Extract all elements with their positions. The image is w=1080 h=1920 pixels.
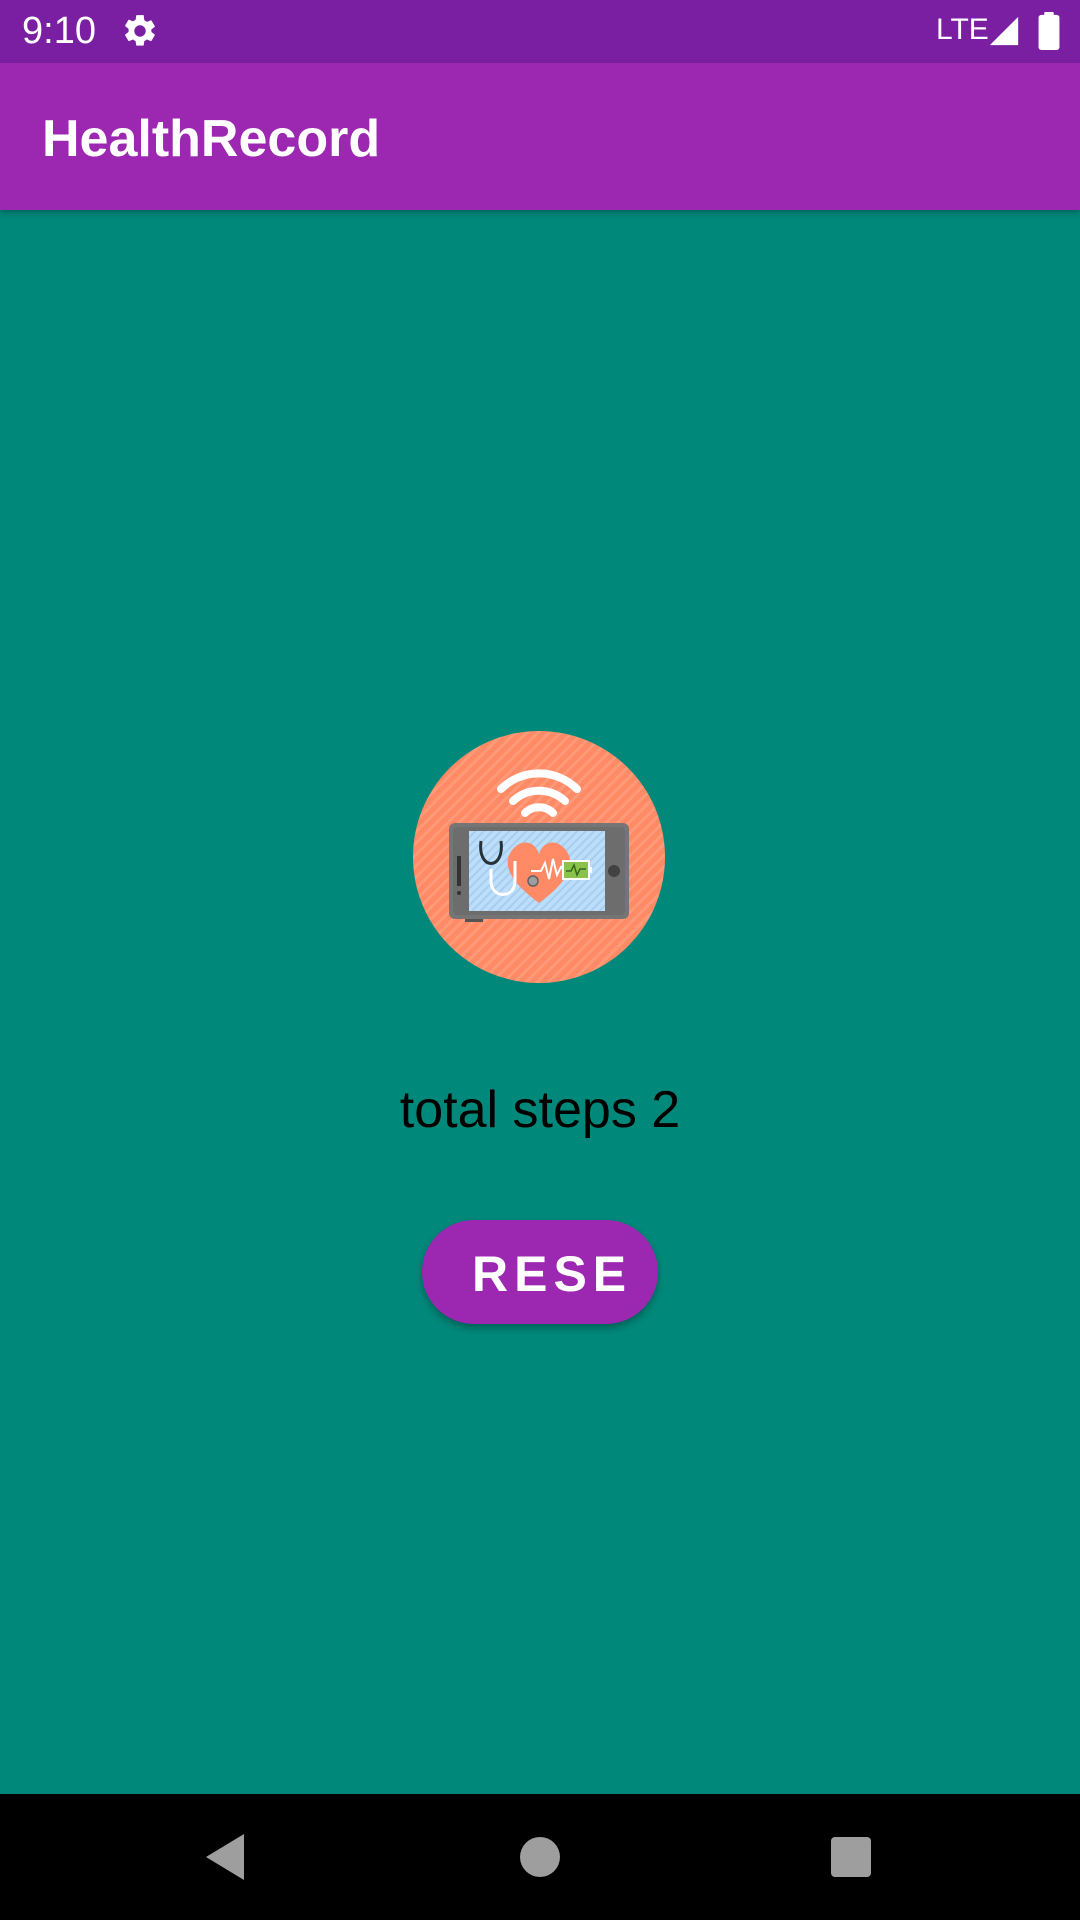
screen: 9:10 LTE HealthRecord total steps 2 RESE (0, 0, 1080, 1920)
status-time: 9:10 (22, 10, 96, 52)
battery-icon (1038, 12, 1060, 50)
back-icon[interactable] (204, 1832, 248, 1882)
network-type: LTE (936, 13, 989, 46)
app-bar: HealthRecord (0, 63, 1080, 210)
signal-icon (989, 16, 1019, 46)
reset-button[interactable]: RESE (422, 1220, 658, 1324)
app-title: HealthRecord (42, 110, 381, 168)
total-steps-text: total steps 2 (399, 1081, 681, 1139)
gear-icon (125, 15, 155, 46)
reset-button-label: RESE (472, 1246, 633, 1302)
health-monitor-phone-icon (413, 731, 665, 983)
status-bar: 9:10 LTE (0, 0, 1080, 63)
home-icon[interactable] (520, 1837, 560, 1877)
recents-icon[interactable] (831, 1837, 871, 1877)
